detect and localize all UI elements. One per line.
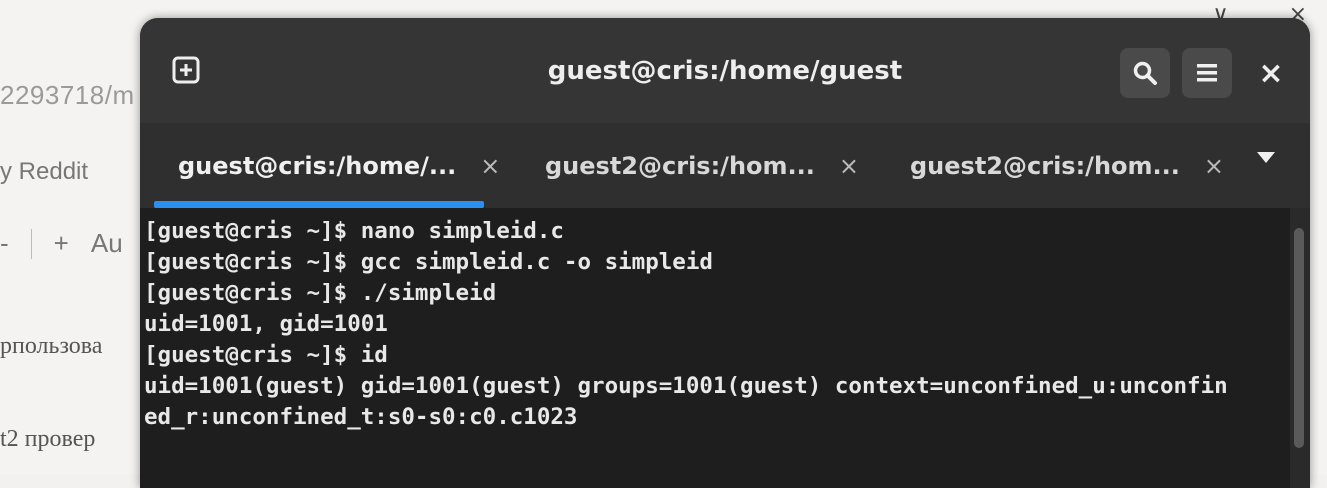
tab-label: guest2@cris:/hom... [545, 151, 815, 180]
search-button[interactable] [1120, 48, 1170, 98]
background-toolbar: - + Au [0, 228, 123, 259]
toolbar-font-dropdown[interactable]: Au [91, 228, 123, 259]
terminal-header-bar: guest@cris:/home/guest × [140, 18, 1310, 123]
close-icon: × [1258, 55, 1284, 91]
terminal-line: [guest@cris ~]$ gcc simpleid.c -o simple… [144, 249, 713, 275]
chevron-down-icon [1257, 152, 1275, 163]
toolbar-divider [30, 228, 32, 259]
terminal-line: ed_r:unconfined_t:s0-s0:c0.c1023 [144, 404, 578, 430]
tab-close-icon[interactable]: × [1204, 152, 1224, 180]
tab-bar: guest@cris:/home/... × guest2@cris:/hom.… [140, 123, 1310, 209]
document-text-line: t2 провер [0, 426, 96, 452]
background-url-text[interactable]: 2293718/m [0, 80, 135, 111]
scrollbar-thumb[interactable] [1294, 228, 1304, 448]
terminal-line: [guest@cris ~]$ nano simpleid.c [144, 218, 564, 244]
terminal-scrollbar[interactable] [1290, 208, 1310, 488]
search-icon [1133, 61, 1157, 85]
terminal-line: uid=1001(guest) gid=1001(guest) groups=1… [144, 373, 1228, 399]
terminal-output[interactable]: [guest@cris ~]$ nano simpleid.c [guest@cr… [140, 208, 1290, 488]
active-tab-indicator [154, 201, 484, 208]
tab-guest-home[interactable]: guest@cris:/home/... × [178, 123, 500, 208]
zoom-in-button[interactable]: + [54, 228, 69, 259]
window-close-button[interactable]: × [1246, 48, 1296, 98]
terminal-line: [guest@cris ~]$ ./simpleid [144, 280, 497, 306]
tab-guest2-home-1[interactable]: guest2@cris:/hom... × [545, 123, 859, 208]
background-bookmark[interactable]: y Reddit [0, 158, 88, 186]
terminal-line: uid=1001, gid=1001 [144, 311, 388, 337]
hamburger-menu-icon [1197, 64, 1217, 82]
tab-close-icon[interactable]: × [480, 152, 500, 180]
tab-close-icon[interactable]: × [839, 152, 859, 180]
tab-guest2-home-2[interactable]: guest2@cris:/hom... × [910, 123, 1224, 208]
terminal-window: guest@cris:/home/guest × guest@cris:/hom… [140, 18, 1310, 488]
zoom-out-button[interactable]: - [0, 228, 9, 259]
terminal-line: [guest@cris ~]$ id [144, 342, 388, 368]
document-text-line: рпользова [0, 333, 103, 359]
menu-button[interactable] [1182, 48, 1232, 98]
tab-label: guest@cris:/home/... [178, 151, 457, 180]
tab-list-dropdown[interactable] [1255, 149, 1277, 169]
tab-label: guest2@cris:/hom... [910, 151, 1180, 180]
